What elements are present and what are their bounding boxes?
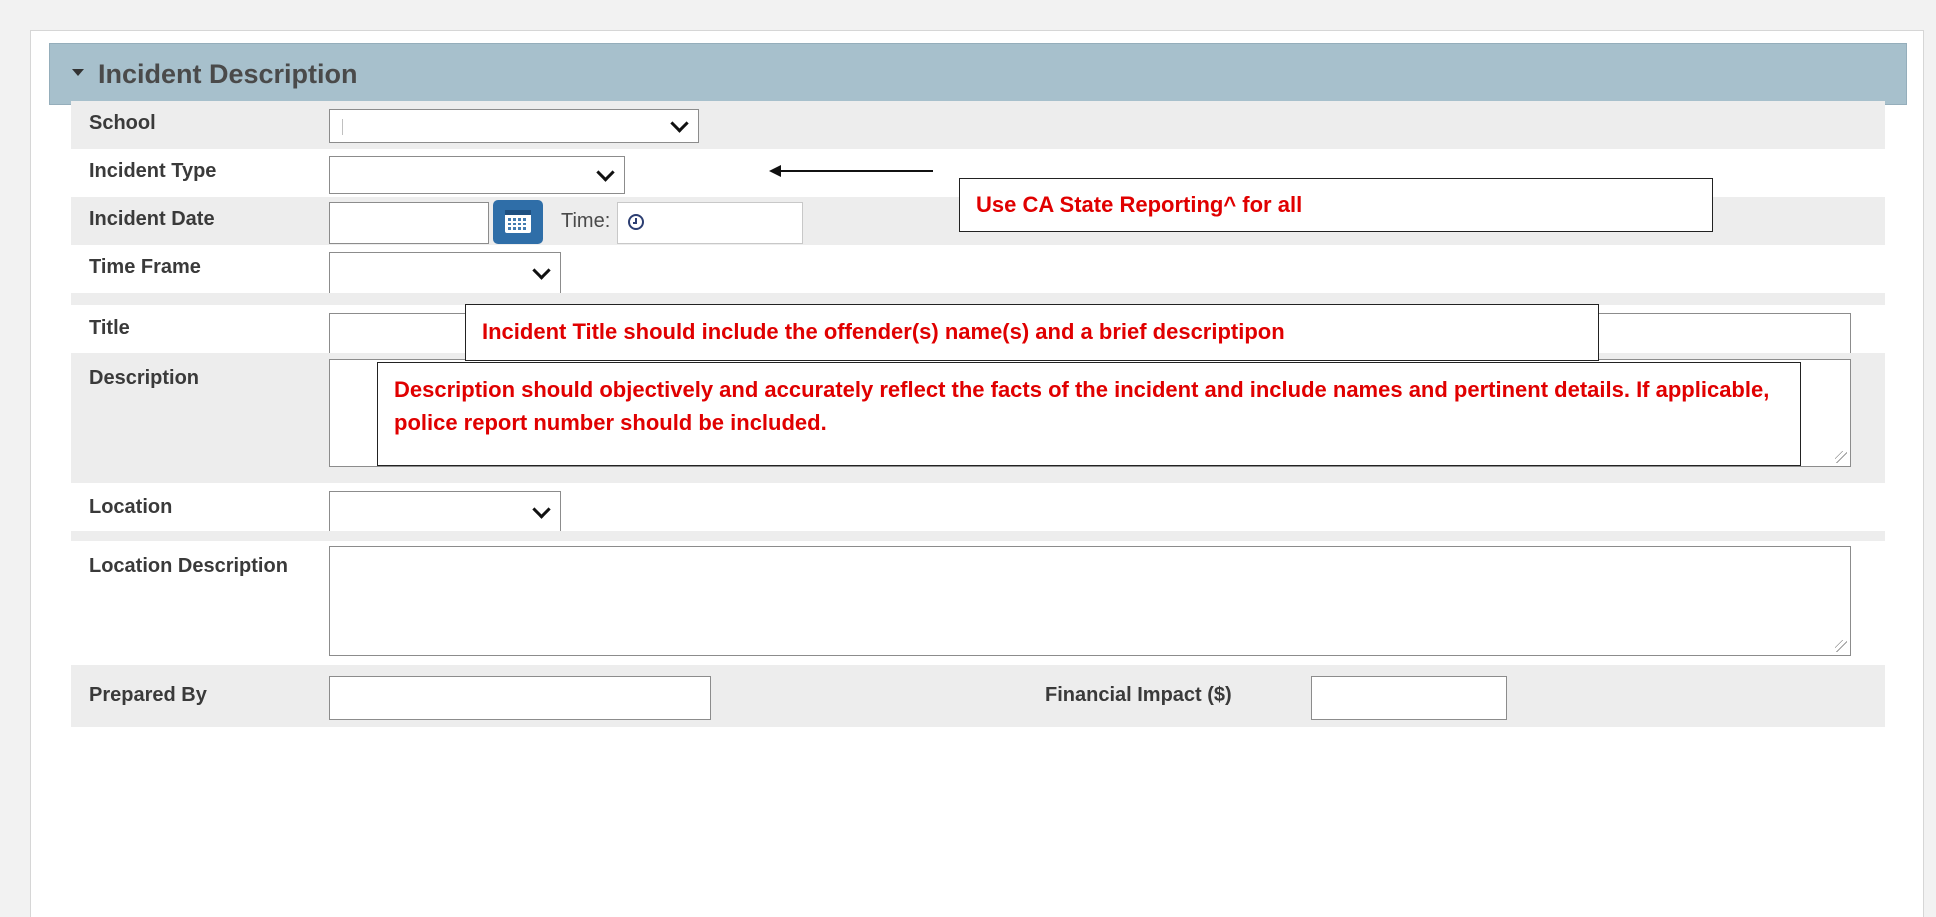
location-select[interactable] xyxy=(329,491,561,533)
title-annotation: Incident Title should include the offend… xyxy=(465,304,1599,361)
incident-type-select[interactable] xyxy=(329,156,625,194)
section-title: Incident Description xyxy=(98,59,358,89)
resize-grip[interactable] xyxy=(1835,640,1847,652)
location-description-textarea[interactable] xyxy=(329,546,1851,656)
time-input[interactable] xyxy=(617,202,803,244)
time-frame-label: Time Frame xyxy=(89,256,201,278)
incident-type-annotation: Use CA State Reporting^ for all xyxy=(959,178,1713,232)
incident-date-input[interactable] xyxy=(329,202,489,244)
calendar-icon xyxy=(505,210,531,233)
prepared-by-label: Prepared By xyxy=(89,684,207,706)
description-annotation: Description should objectively and accur… xyxy=(377,362,1801,466)
description-label: Description xyxy=(89,367,200,389)
financial-impact-input[interactable] xyxy=(1311,676,1507,720)
chevron-down-icon xyxy=(532,261,551,280)
financial-impact-label: Financial Impact ($) xyxy=(1045,684,1232,706)
location-description-row: Location Description xyxy=(71,541,1885,665)
location-description-label: Location Description xyxy=(89,555,288,577)
chevron-down-icon xyxy=(670,114,689,133)
section-header[interactable]: Incident Description xyxy=(49,43,1907,105)
school-select[interactable] xyxy=(329,109,699,143)
title-label: Title xyxy=(89,317,130,339)
time-frame-row: Time Frame xyxy=(71,245,1885,294)
prepared-by-row: Prepared By Financial Impact ($) xyxy=(71,665,1885,727)
resize-grip[interactable] xyxy=(1835,451,1847,463)
caret-down-icon[interactable] xyxy=(72,69,84,76)
location-row: Location xyxy=(71,483,1885,533)
chevron-down-icon xyxy=(532,500,551,519)
time-label: Time: xyxy=(561,210,611,232)
chevron-down-icon xyxy=(596,163,615,182)
clock-icon xyxy=(628,214,644,230)
calendar-button[interactable] xyxy=(493,200,543,244)
time-frame-select[interactable] xyxy=(329,252,561,294)
arrow-line xyxy=(779,170,933,172)
school-row: School xyxy=(71,101,1885,149)
text-cursor xyxy=(342,119,343,135)
prepared-by-input[interactable] xyxy=(329,676,711,720)
incident-description-panel: Incident Description School Incident Typ… xyxy=(30,30,1924,917)
school-label: School xyxy=(89,112,156,134)
row-spacer xyxy=(71,531,1885,541)
location-label: Location xyxy=(89,496,173,518)
incident-date-label: Incident Date xyxy=(89,208,215,230)
incident-type-label: Incident Type xyxy=(89,160,217,182)
